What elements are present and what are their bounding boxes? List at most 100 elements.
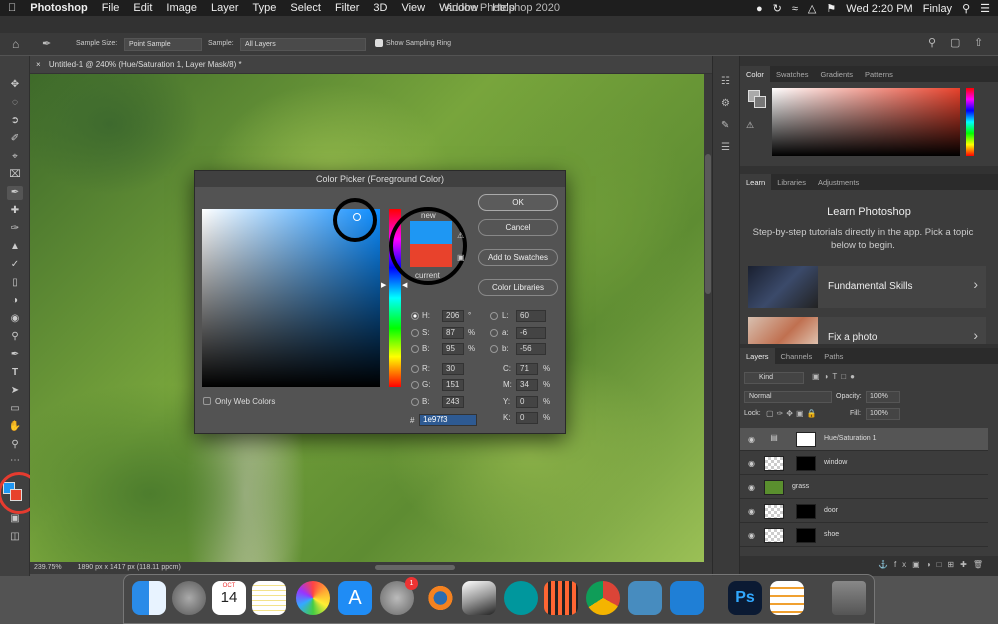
a-radio[interactable] bbox=[490, 329, 498, 337]
airplay-icon[interactable]: △ bbox=[808, 2, 816, 15]
layer-mask-thumbnail[interactable] bbox=[796, 432, 816, 447]
clock[interactable]: Wed 2:20 PM bbox=[846, 3, 912, 15]
visibility-eye-icon[interactable]: ◉ bbox=[748, 531, 755, 540]
layer-actions-bar[interactable]: ⚓fx▣◑□⊞✚🗑 bbox=[740, 556, 998, 576]
tab-color[interactable]: Color bbox=[740, 66, 770, 82]
menu-app-name[interactable]: Photoshop bbox=[30, 2, 87, 14]
brushes-icon[interactable]: ✎ bbox=[721, 120, 729, 131]
h-radio[interactable] bbox=[411, 312, 419, 320]
r-input[interactable]: 30 bbox=[442, 363, 464, 375]
tab-channels[interactable]: Channels bbox=[775, 348, 819, 364]
hue-slider-arrow-icon[interactable]: ▶ bbox=[381, 281, 386, 289]
hue-slider-arrow-icon[interactable]: ◀ bbox=[402, 281, 407, 289]
calendar-icon[interactable]: OCT 14 bbox=[212, 581, 246, 615]
lock-icons[interactable]: ▢✑✥▣🔒 bbox=[766, 409, 819, 418]
tab-layers[interactable]: Layers bbox=[740, 348, 775, 364]
opacity-input[interactable]: 100% bbox=[866, 391, 900, 403]
tab-gradients[interactable]: Gradients bbox=[814, 66, 859, 82]
y-input[interactable]: 0 bbox=[516, 396, 538, 408]
photoshop-dock-icon[interactable]: Ps bbox=[728, 581, 762, 615]
add-to-swatches-button[interactable]: Add to Swatches bbox=[478, 249, 558, 266]
layer-filter-select[interactable]: Kind bbox=[744, 372, 804, 384]
numbers-icon[interactable] bbox=[770, 581, 804, 615]
tab-swatches[interactable]: Swatches bbox=[770, 66, 815, 82]
properties-icon[interactable]: ⚙ bbox=[721, 98, 730, 109]
layer-mask-thumbnail[interactable] bbox=[796, 504, 816, 519]
finder-icon[interactable] bbox=[132, 581, 166, 615]
visibility-eye-icon[interactable]: ◉ bbox=[748, 435, 755, 444]
home-icon[interactable]: ⌂ bbox=[12, 37, 19, 51]
layer-mask-thumbnail[interactable] bbox=[796, 528, 816, 543]
menu-type[interactable]: Type bbox=[253, 2, 277, 14]
audio-app-icon[interactable] bbox=[544, 581, 578, 615]
layer-name[interactable]: door bbox=[824, 507, 838, 514]
quick-mask-icon[interactable]: ▣ bbox=[7, 512, 23, 526]
brush-tool-icon[interactable]: ✑ bbox=[7, 222, 23, 236]
blur-tool-icon[interactable]: ◉ bbox=[7, 312, 23, 326]
vertical-scrollbar[interactable] bbox=[704, 74, 712, 562]
move-tool-icon[interactable]: ✥ bbox=[7, 78, 23, 92]
notes-icon[interactable] bbox=[252, 581, 286, 615]
menu-view[interactable]: View bbox=[401, 2, 425, 14]
stamp-tool-icon[interactable]: ▲ bbox=[7, 240, 23, 254]
menu-3d[interactable]: 3D bbox=[373, 2, 387, 14]
control-center-icon[interactable]: ☰ bbox=[980, 2, 990, 15]
pen-tool-icon[interactable]: ✒ bbox=[7, 348, 23, 362]
vscode-icon[interactable] bbox=[670, 581, 704, 615]
layer-row[interactable]: ◉ shoe bbox=[740, 524, 988, 547]
creative-cloud-icon[interactable]: ● bbox=[756, 3, 763, 15]
tab-learn[interactable]: Learn bbox=[740, 174, 772, 190]
chrome-icon[interactable] bbox=[586, 581, 620, 615]
layer-row[interactable]: ◉ ▤ Hue/Saturation 1 bbox=[740, 428, 988, 451]
history-brush-icon[interactable]: ✓ bbox=[7, 258, 23, 272]
tab-libraries[interactable]: Libraries bbox=[771, 174, 812, 190]
zoom-level[interactable]: 239.75% bbox=[34, 564, 62, 571]
type-tool-icon[interactable]: T bbox=[7, 366, 23, 380]
s-input[interactable]: 87 bbox=[442, 327, 464, 339]
menu-select[interactable]: Select bbox=[290, 2, 321, 14]
frame-tool-icon[interactable]: ⌧ bbox=[7, 168, 23, 182]
lab-b-radio[interactable] bbox=[490, 345, 498, 353]
menu-image[interactable]: Image bbox=[166, 2, 197, 14]
workspace-icon[interactable]: ▢ bbox=[950, 36, 960, 49]
zoom-tool-icon[interactable]: ⚲ bbox=[7, 438, 23, 452]
more-tools-icon[interactable]: ⋯ bbox=[7, 454, 23, 468]
tab-patterns[interactable]: Patterns bbox=[859, 66, 899, 82]
dodge-tool-icon[interactable]: ⚲ bbox=[7, 330, 23, 344]
launchpad-icon[interactable] bbox=[172, 581, 206, 615]
document-tab[interactable]: × Untitled-1 @ 240% (Hue/Saturation 1, L… bbox=[30, 56, 712, 74]
r-radio[interactable] bbox=[411, 365, 419, 373]
visibility-eye-icon[interactable]: ◉ bbox=[748, 459, 755, 468]
color-field[interactable] bbox=[772, 88, 960, 156]
search-icon[interactable]: ⚲ bbox=[928, 36, 936, 49]
history-icon[interactable]: ☷ bbox=[721, 76, 730, 87]
blue-radio[interactable] bbox=[411, 398, 419, 406]
only-web-colors-checkbox[interactable] bbox=[203, 397, 211, 405]
path-select-icon[interactable]: ➤ bbox=[7, 384, 23, 398]
crop-tool-icon[interactable]: ⌖ bbox=[7, 150, 23, 164]
layer-name[interactable]: Hue/Saturation 1 bbox=[824, 435, 877, 442]
b-input[interactable]: 95 bbox=[442, 343, 464, 355]
s-radio[interactable] bbox=[411, 329, 419, 337]
tab-paths[interactable]: Paths bbox=[818, 348, 849, 364]
paint-bucket-icon[interactable]: ◑ bbox=[7, 294, 23, 308]
menu-edit[interactable]: Edit bbox=[133, 2, 152, 14]
b-radio[interactable] bbox=[411, 345, 419, 353]
spotlight-icon[interactable]: ⚲ bbox=[962, 2, 970, 15]
cancel-button[interactable]: Cancel bbox=[478, 219, 558, 236]
user-name[interactable]: Finlay bbox=[923, 3, 952, 15]
eyedropper-tool-icon[interactable]: ✒ bbox=[42, 37, 51, 50]
photos-icon[interactable] bbox=[296, 581, 330, 615]
marquee-tool-icon[interactable]: ◌ bbox=[7, 96, 23, 110]
visibility-eye-icon[interactable]: ◉ bbox=[748, 483, 755, 492]
color-libraries-button[interactable]: Color Libraries bbox=[478, 279, 558, 296]
hue-slider[interactable] bbox=[966, 88, 974, 156]
glyphs-icon[interactable]: ☰ bbox=[721, 142, 730, 153]
eyedropper-tool-icon[interactable]: ✒ bbox=[7, 186, 23, 200]
layer-row[interactable]: ◉ grass bbox=[740, 476, 988, 499]
godot-icon[interactable] bbox=[628, 581, 662, 615]
layer-name[interactable]: grass bbox=[792, 483, 809, 490]
inkscape-icon[interactable] bbox=[462, 581, 496, 615]
sampling-ring-checkbox[interactable] bbox=[375, 39, 383, 47]
fill-input[interactable]: 100% bbox=[866, 408, 900, 420]
